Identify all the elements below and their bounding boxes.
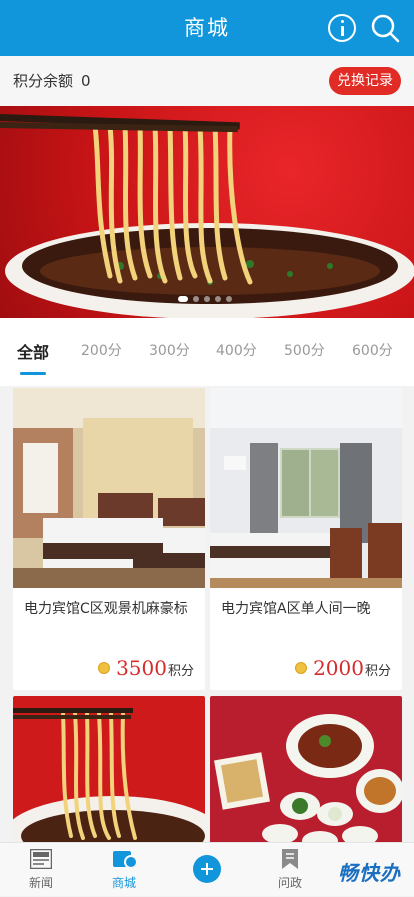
info-icon[interactable] bbox=[328, 14, 356, 42]
product-price: 3500 积分 bbox=[98, 656, 194, 680]
brand-logo: 畅快办 bbox=[338, 861, 401, 885]
product-name: 电力宾馆A区单人间一晚 bbox=[221, 601, 371, 617]
points-filter-tabs: 全部 200分 300分 400分 500分 600分 bbox=[0, 318, 414, 386]
product-image bbox=[13, 388, 205, 588]
tab-400[interactable]: 400分 bbox=[216, 340, 257, 360]
pagination-dot[interactable] bbox=[193, 296, 199, 302]
mall-icon bbox=[113, 851, 138, 869]
points-balance-bar: 积分余额 0 兑换记录 bbox=[0, 56, 414, 106]
product-price: 2000 积分 bbox=[295, 656, 391, 680]
points-balance: 积分余额 0 bbox=[13, 56, 91, 106]
add-button[interactable] bbox=[193, 855, 221, 883]
coin-icon bbox=[98, 662, 111, 674]
points-label: 积分余额 bbox=[13, 72, 74, 90]
tab-all[interactable]: 全部 bbox=[17, 339, 49, 363]
pagination-dot[interactable] bbox=[204, 296, 210, 302]
tab-news[interactable]: 新闻 bbox=[1, 843, 81, 897]
product-image bbox=[210, 696, 402, 846]
news-icon bbox=[30, 849, 52, 869]
coin-icon bbox=[295, 662, 308, 674]
search-icon[interactable] bbox=[370, 13, 400, 43]
app-header: 商城 bbox=[0, 0, 414, 56]
tab-200[interactable]: 200分 bbox=[81, 340, 122, 360]
price-value: 3500 bbox=[116, 656, 167, 680]
bottom-tab-bar: 新闻 商城 问政 畅快办 bbox=[0, 842, 414, 896]
pagination-dot[interactable] bbox=[226, 296, 232, 302]
tab-mall[interactable]: 商城 bbox=[84, 843, 164, 897]
promo-banner[interactable] bbox=[0, 106, 414, 318]
product-card[interactable] bbox=[13, 696, 205, 846]
tab-300[interactable]: 300分 bbox=[149, 340, 190, 360]
hotel-room-image bbox=[13, 388, 205, 588]
tab-mall-label: 商城 bbox=[111, 876, 136, 890]
product-card[interactable] bbox=[210, 696, 402, 846]
pagination-dot[interactable] bbox=[215, 296, 221, 302]
price-unit: 积分 bbox=[364, 664, 391, 679]
product-card[interactable]: 电力宾馆C区观景机麻豪标 3500 积分 bbox=[13, 388, 205, 690]
exchange-record-button[interactable]: 兑换记录 bbox=[329, 67, 401, 95]
banner-pagination bbox=[178, 296, 232, 302]
noodle-image bbox=[13, 696, 205, 846]
bookmark-icon bbox=[282, 849, 298, 869]
tab-politics[interactable]: 问政 bbox=[250, 843, 330, 897]
product-card[interactable]: 电力宾馆A区单人间一晚 2000 积分 bbox=[210, 388, 402, 690]
product-name: 电力宾馆C区观景机麻豪标 bbox=[24, 601, 188, 617]
points-value: 0 bbox=[81, 72, 91, 90]
product-image bbox=[210, 388, 402, 588]
product-image bbox=[13, 696, 205, 846]
pagination-dot[interactable] bbox=[178, 296, 188, 302]
active-tab-indicator bbox=[20, 372, 46, 375]
food-platter-image bbox=[210, 696, 402, 846]
tab-500[interactable]: 500分 bbox=[284, 340, 325, 360]
tab-600[interactable]: 600分 bbox=[352, 340, 393, 360]
tab-politics-label: 问政 bbox=[277, 876, 302, 890]
noodle-bowl-image bbox=[0, 114, 414, 318]
hotel-room-image bbox=[210, 388, 402, 588]
price-unit: 积分 bbox=[167, 664, 194, 679]
price-value: 2000 bbox=[313, 656, 364, 680]
tab-news-label: 新闻 bbox=[28, 876, 53, 890]
